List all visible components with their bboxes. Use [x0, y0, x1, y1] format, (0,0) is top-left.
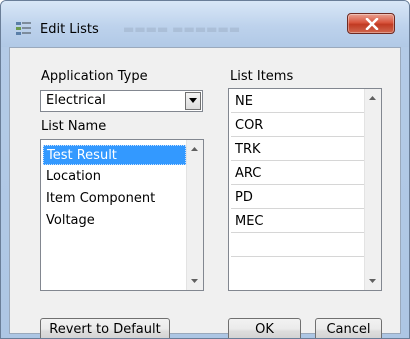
application-type-value: Electrical: [46, 93, 106, 108]
application-type-label: Application Type: [41, 69, 148, 84]
list-item-row[interactable]: COR: [231, 114, 366, 137]
list-item-row[interactable]: MEC: [231, 210, 366, 233]
close-icon: [365, 18, 379, 30]
cancel-button[interactable]: Cancel: [315, 318, 382, 338]
app-icon: [16, 22, 31, 35]
application-type-dropdown[interactable]: Electrical: [40, 90, 203, 112]
ok-button[interactable]: OK: [228, 318, 301, 338]
list-items-grid[interactable]: NE COR TRK ARC PD MEC: [228, 88, 382, 291]
title-bar[interactable]: Edit Lists ▬▬▬▬ ▬▬▬▬▬▬: [1, 1, 409, 47]
dialog-body: Application Type Electrical List Name Te…: [9, 47, 401, 338]
scroll-up-icon[interactable]: [369, 96, 376, 100]
close-button[interactable]: [347, 13, 395, 34]
list-item-test-result[interactable]: Test Result: [43, 145, 186, 165]
list-item-location[interactable]: Location: [43, 167, 101, 187]
scroll-up-icon[interactable]: [191, 147, 198, 151]
dropdown-button[interactable]: [185, 92, 201, 110]
list-item-row[interactable]: PD: [231, 186, 366, 209]
background-blur: ▬▬▬▬ ▬▬▬▬▬▬: [123, 22, 241, 36]
list-name-listbox[interactable]: Test Result Location Item Component Volt…: [40, 139, 204, 291]
list-name-scrollbar[interactable]: [186, 140, 203, 290]
list-item-new-row[interactable]: [231, 234, 366, 257]
list-item-item-component[interactable]: Item Component: [43, 189, 155, 209]
list-name-label: List Name: [41, 119, 107, 134]
list-items-scrollbar[interactable]: [364, 89, 381, 290]
list-item-row[interactable]: TRK: [231, 138, 366, 161]
scroll-down-icon[interactable]: [369, 279, 376, 283]
list-item-voltage[interactable]: Voltage: [43, 211, 95, 231]
chevron-down-icon: [189, 98, 197, 103]
list-items-label: List Items: [230, 69, 294, 84]
window-title: Edit Lists: [40, 22, 99, 37]
scroll-down-icon[interactable]: [191, 279, 198, 283]
list-item-row[interactable]: NE: [231, 90, 366, 113]
revert-to-default-button[interactable]: Revert to Default: [40, 318, 170, 338]
list-item-row[interactable]: ARC: [231, 162, 366, 185]
edit-lists-dialog: Edit Lists ▬▬▬▬ ▬▬▬▬▬▬ Application Type …: [0, 0, 410, 339]
